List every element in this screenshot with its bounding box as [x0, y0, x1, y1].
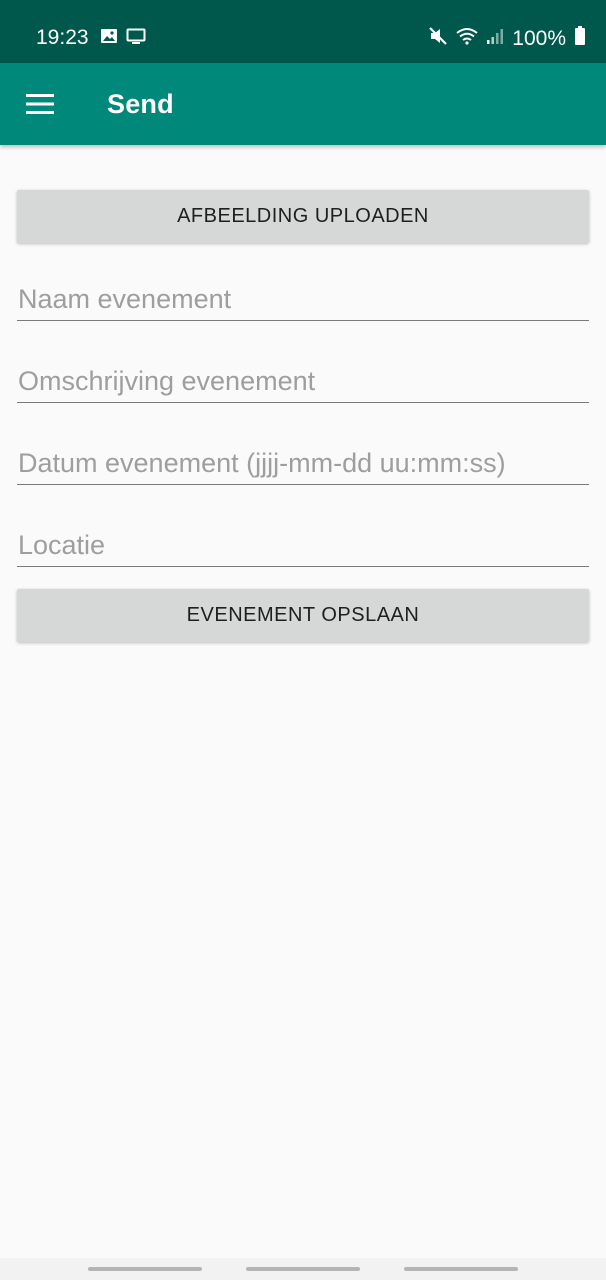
battery-percent: 100% — [512, 27, 566, 50]
event-date-field — [17, 444, 589, 485]
hamburger-menu-icon[interactable] — [18, 83, 62, 125]
mute-icon — [428, 26, 448, 52]
navigation-bar — [0, 1258, 606, 1280]
page-title: Send — [107, 89, 174, 119]
status-time: 19:23 — [36, 26, 89, 49]
nav-home-handle[interactable] — [246, 1267, 360, 1271]
status-bar: 19:23 100% — [0, 0, 606, 63]
status-left-icons — [100, 28, 146, 50]
event-description-field — [17, 362, 589, 403]
event-date-input[interactable] — [17, 444, 589, 482]
monitor-icon — [126, 28, 146, 50]
nav-back-handle[interactable] — [404, 1267, 518, 1271]
event-name-field — [17, 280, 589, 321]
battery-icon — [574, 26, 586, 52]
image-icon — [100, 28, 118, 50]
upload-image-button[interactable]: AFBEELDING UPLOADEN — [17, 190, 589, 243]
app-bar: Send — [0, 63, 606, 145]
save-event-button[interactable]: EVENEMENT OPSLAAN — [17, 589, 589, 642]
nav-recents-handle[interactable] — [88, 1267, 202, 1271]
event-description-input[interactable] — [17, 362, 589, 400]
event-location-field — [17, 526, 589, 567]
status-right-icons: 100% — [428, 26, 586, 52]
event-name-input[interactable] — [17, 280, 589, 318]
wifi-icon — [456, 27, 478, 51]
signal-icon — [486, 27, 504, 51]
event-location-input[interactable] — [17, 526, 589, 564]
